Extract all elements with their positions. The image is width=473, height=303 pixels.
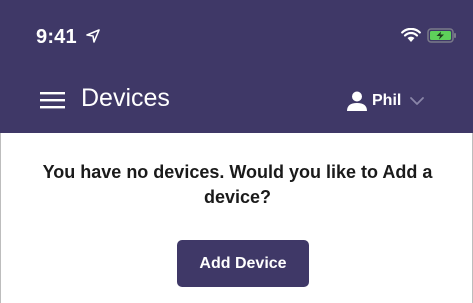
status-bar: 9:41 — [0, 0, 473, 72]
nav-bar: Devices Phil — [0, 72, 473, 133]
chevron-down-icon[interactable] — [409, 95, 425, 107]
app-header: 9:41 Devices Phil — [0, 0, 473, 133]
user-icon — [347, 91, 367, 111]
wifi-icon — [401, 28, 421, 42]
devices-screen: 9:41 Devices Phil You have no devices. W… — [0, 0, 473, 303]
add-device-button[interactable]: Add Device — [177, 240, 309, 287]
status-time: 9:41 — [36, 26, 77, 48]
user-menu[interactable]: Phil — [346, 88, 425, 114]
empty-state-message: You have no devices. Would you like to A… — [42, 162, 433, 207]
hamburger-menu-icon[interactable] — [39, 89, 67, 111]
location-arrow-icon — [86, 29, 100, 43]
battery-charging-icon — [427, 28, 456, 43]
user-name: Phil — [372, 92, 402, 109]
page-title: Devices — [81, 84, 170, 112]
main-content: You have no devices. Would you like to A… — [0, 133, 473, 303]
